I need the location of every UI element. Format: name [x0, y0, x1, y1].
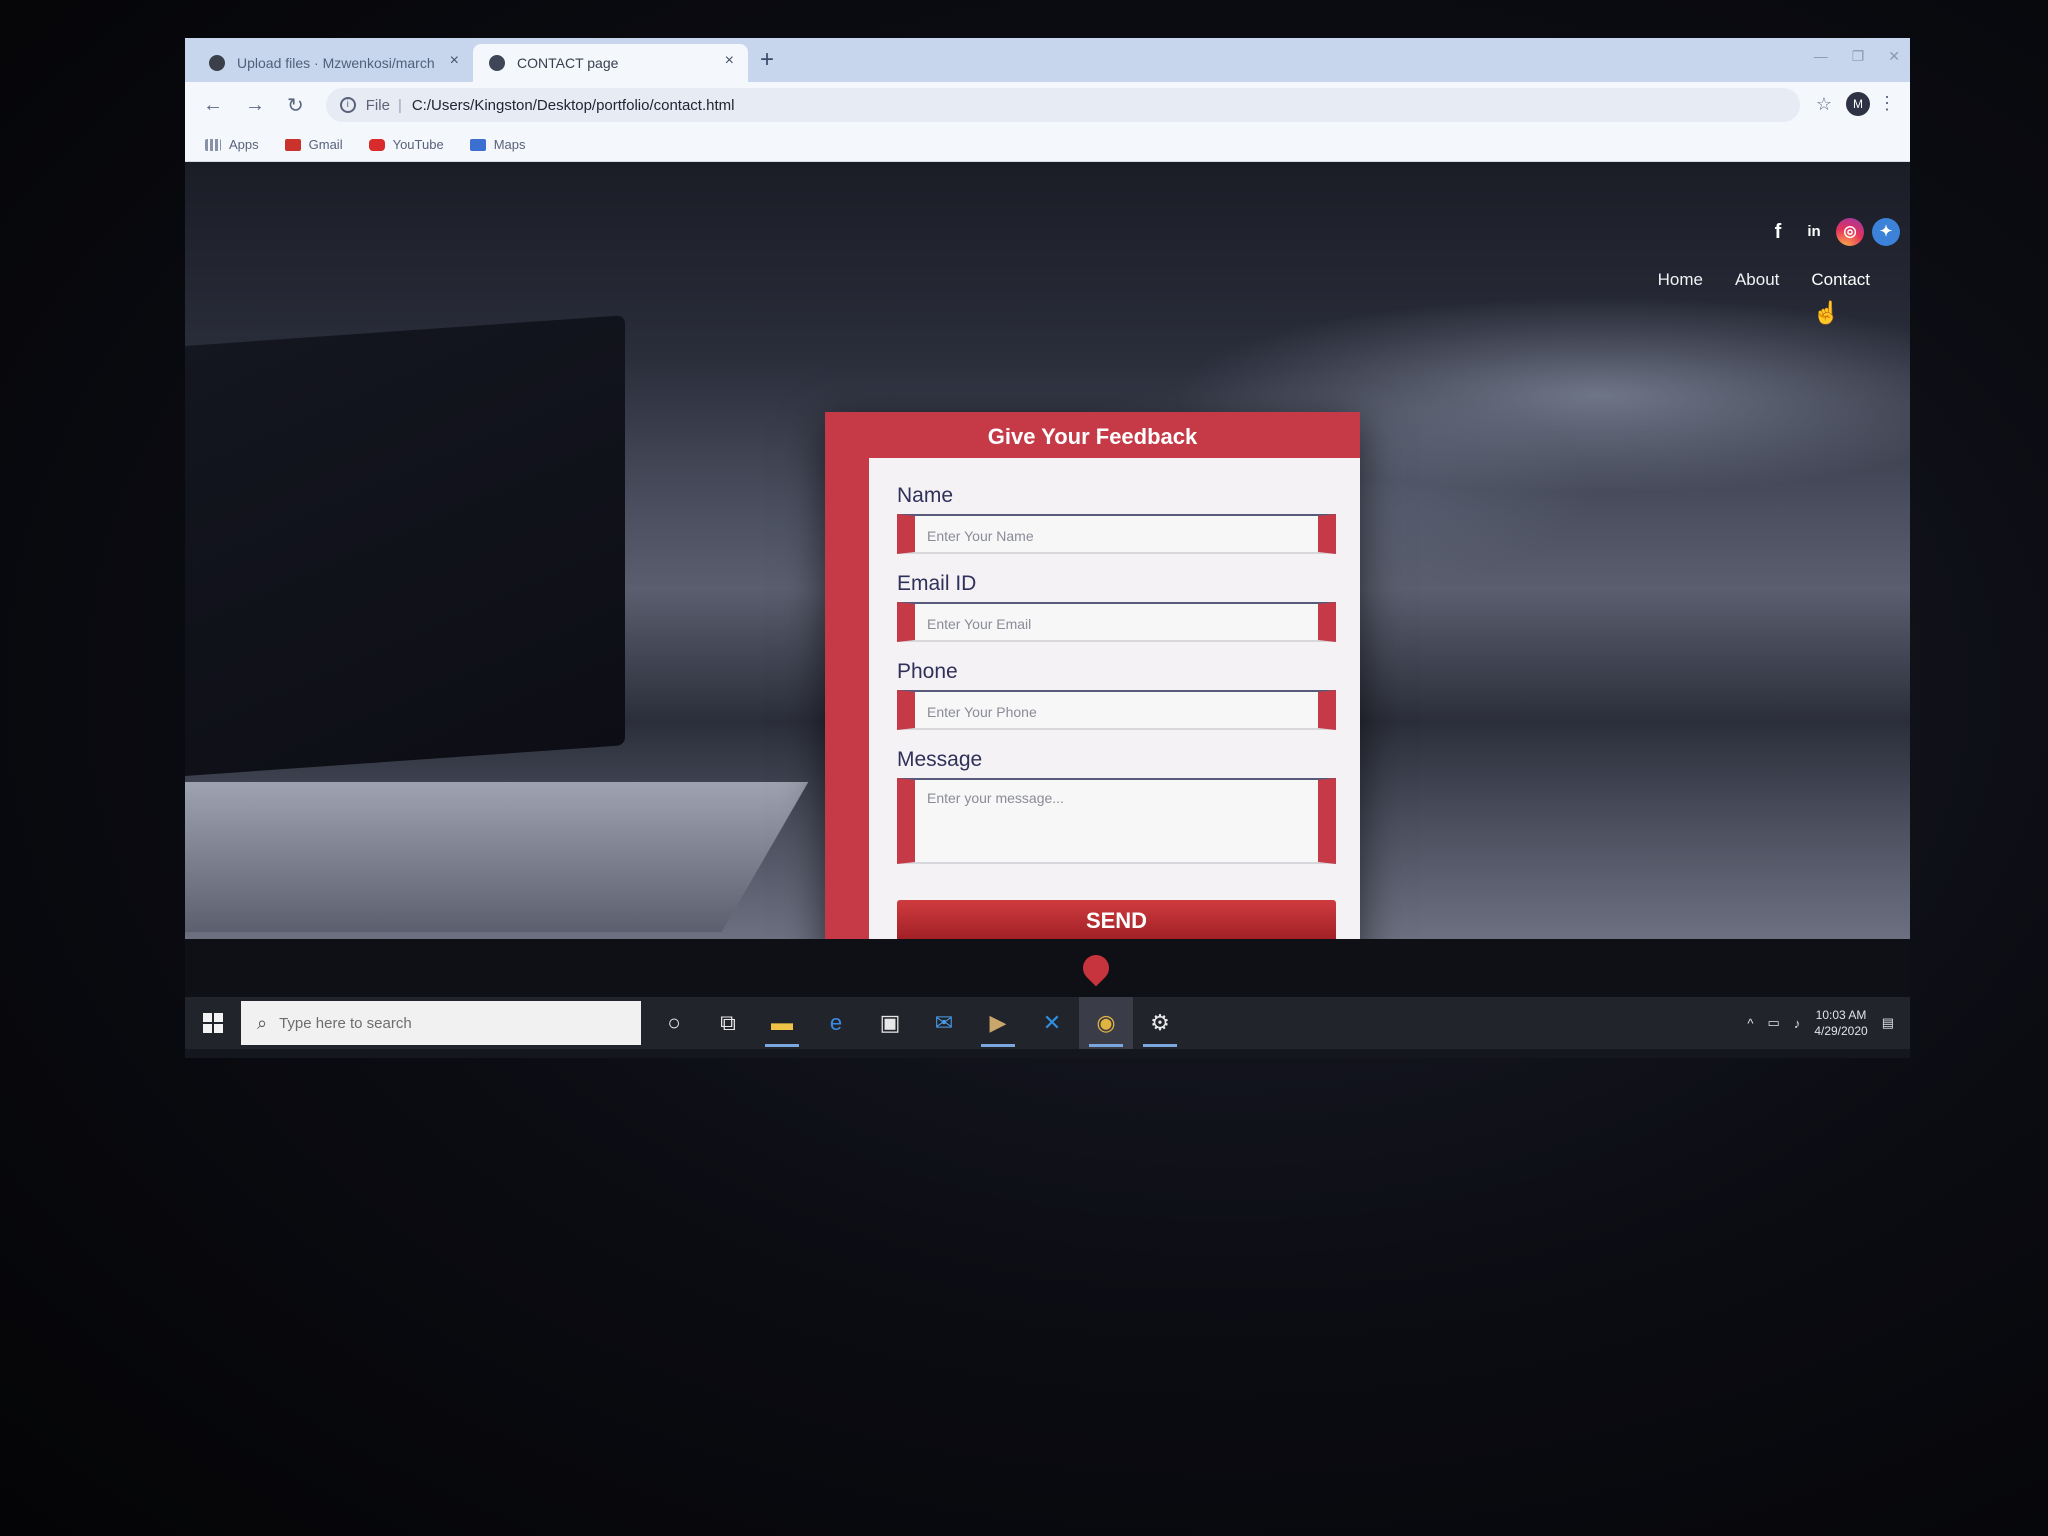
gmail-icon [284, 138, 301, 151]
bookmark-label: Apps [229, 137, 259, 152]
bookmark-apps[interactable]: Apps [205, 137, 259, 152]
battery-icon[interactable]: ▭ [1768, 1015, 1780, 1031]
settings-gear-icon[interactable]: ⚙ [1133, 997, 1187, 1049]
bookmark-label: Maps [493, 137, 526, 152]
tab-github[interactable]: Upload files · Mzwenkosi/march × [193, 44, 473, 82]
file-explorer-icon[interactable]: ▬ [755, 997, 809, 1049]
name-placeholder: Enter Your Name [927, 528, 1034, 544]
phone-placeholder: Enter Your Phone [927, 704, 1037, 720]
volume-icon[interactable]: ♪ [1794, 1016, 1801, 1031]
edge-icon[interactable]: e [809, 997, 863, 1049]
clock-date: 4/29/2020 [1814, 1024, 1868, 1038]
linkedin-icon[interactable]: in [1800, 218, 1828, 246]
back-arrow-icon[interactable]: ← [203, 94, 223, 117]
nav-contact[interactable]: Contact [1811, 270, 1870, 290]
cortana-icon[interactable]: ○ [647, 997, 701, 1049]
kebab-menu-icon[interactable]: ⋮ [1878, 93, 1896, 114]
github-icon [209, 55, 225, 71]
bookmark-youtube[interactable]: YouTube [368, 137, 444, 152]
facebook-icon[interactable]: f [1764, 218, 1792, 246]
hand-cursor-icon: ☝ [1812, 300, 1840, 325]
feedback-form: Give Your Feedback Name Enter Your Name … [825, 412, 1360, 939]
maximize-icon[interactable]: ❐ [1852, 48, 1865, 65]
new-tab-button[interactable]: + [760, 46, 774, 74]
store-icon[interactable]: ▣ [863, 997, 917, 1049]
page-footer-strip [185, 939, 1910, 997]
vscode-icon[interactable]: ✕ [1025, 997, 1079, 1049]
bookmark-star-icon[interactable]: ☆ [1816, 94, 1832, 115]
bookmark-gmail[interactable]: Gmail [284, 137, 343, 152]
nav-about[interactable]: About [1735, 270, 1779, 290]
system-tray: ^ ▭ ♪ 10:03 AM 4/29/2020 ▤ [1747, 997, 1894, 1049]
close-window-icon[interactable]: ✕ [1888, 48, 1900, 65]
clock-time: 10:03 AM [1815, 1008, 1867, 1022]
bookmarks-bar: Apps Gmail YouTube Maps [185, 128, 1910, 162]
minimize-icon[interactable]: — [1814, 48, 1828, 65]
phone-input[interactable]: Enter Your Phone [897, 690, 1336, 730]
profile-avatar[interactable]: M [1846, 92, 1870, 116]
tab-contact-page[interactable]: CONTACT page × [473, 44, 748, 82]
monitor: Upload files · Mzwenkosi/march × CONTACT… [185, 38, 1910, 1058]
instagram-icon[interactable]: ◎ [1836, 218, 1864, 246]
notifications-icon[interactable]: ▤ [1882, 1015, 1894, 1031]
twitter-icon[interactable]: ✦ [1872, 218, 1900, 246]
window-controls: — ❐ ✕ [1814, 48, 1900, 65]
send-button[interactable]: SEND [897, 900, 1336, 939]
bookmark-maps[interactable]: Maps [469, 137, 526, 152]
email-placeholder: Enter Your Email [927, 616, 1032, 632]
social-links: f in ◎ ✦ [1764, 218, 1900, 246]
taskbar-search-input[interactable]: ⌕ Type here to search [241, 1001, 641, 1045]
email-input[interactable]: Enter Your Email [897, 602, 1336, 642]
site-nav: Home About Contact [1658, 270, 1870, 290]
separator: | [397, 96, 402, 114]
background-laptop [185, 315, 625, 779]
file-label: File [365, 96, 390, 114]
clock[interactable]: 10:03 AM 4/29/2020 [1814, 1007, 1867, 1039]
contact-page: f in ◎ ✦ Home About Contact ☝ Give Your … [185, 162, 1910, 939]
background-laptop-base [185, 782, 809, 932]
tab-title: CONTACT page [517, 55, 619, 71]
windows-taskbar: ⌕ Type here to search ○ ⧉ ▬ e ▣ ✉ ▶ ✕ ◉ … [185, 997, 1910, 1049]
message-label: Message [897, 748, 983, 771]
tab-title: Upload files · Mzwenkosi/march [237, 55, 435, 71]
email-label: Email ID [897, 572, 977, 595]
task-view-icon[interactable]: ⧉ [701, 997, 755, 1049]
taskbar-apps: ○ ⧉ ▬ e ▣ ✉ ▶ ✕ ◉ ⚙ [647, 997, 1187, 1049]
browser-toolbar: ← → ↻ i File | C:/Users/Kingston/Desktop… [185, 82, 1910, 128]
name-label: Name [897, 484, 954, 507]
bookmark-label: YouTube [392, 137, 444, 152]
globe-icon [489, 55, 505, 71]
name-input[interactable]: Enter Your Name [897, 514, 1336, 554]
message-placeholder: Enter your message... [927, 790, 1064, 806]
close-icon[interactable]: × [725, 52, 734, 70]
media-player-icon[interactable]: ▶ [971, 997, 1025, 1049]
forward-arrow-icon[interactable]: → [245, 94, 265, 117]
close-icon[interactable]: × [450, 52, 459, 70]
chrome-icon[interactable]: ◉ [1079, 997, 1133, 1049]
chevron-up-icon[interactable]: ^ [1747, 1016, 1753, 1031]
mail-icon[interactable]: ✉ [917, 997, 971, 1049]
location-pin-icon [1077, 949, 1115, 987]
address-bar[interactable]: i File | C:/Users/Kingston/Desktop/portf… [325, 88, 1800, 122]
message-textarea[interactable]: Enter your message... [897, 778, 1336, 864]
search-icon: ⌕ [257, 1012, 268, 1033]
tab-bar: Upload files · Mzwenkosi/march × CONTACT… [185, 38, 1910, 82]
apps-grid-icon [205, 138, 221, 151]
reload-icon[interactable]: ↻ [287, 93, 304, 118]
youtube-icon [368, 138, 385, 151]
nav-home[interactable]: Home [1658, 270, 1703, 290]
search-placeholder: Type here to search [279, 1014, 412, 1032]
windows-start-icon[interactable] [185, 997, 241, 1049]
form-title: Give Your Feedback [987, 424, 1198, 449]
form-body: Name Enter Your Name Email ID Enter Your… [869, 458, 1360, 939]
screen: Upload files · Mzwenkosi/march × CONTACT… [185, 38, 1910, 1058]
maps-icon [469, 138, 486, 151]
url-text: C:/Users/Kingston/Desktop/portfolio/cont… [411, 96, 735, 114]
phone-label: Phone [897, 660, 958, 683]
bookmark-label: Gmail [308, 137, 343, 152]
info-icon[interactable]: i [339, 97, 356, 113]
